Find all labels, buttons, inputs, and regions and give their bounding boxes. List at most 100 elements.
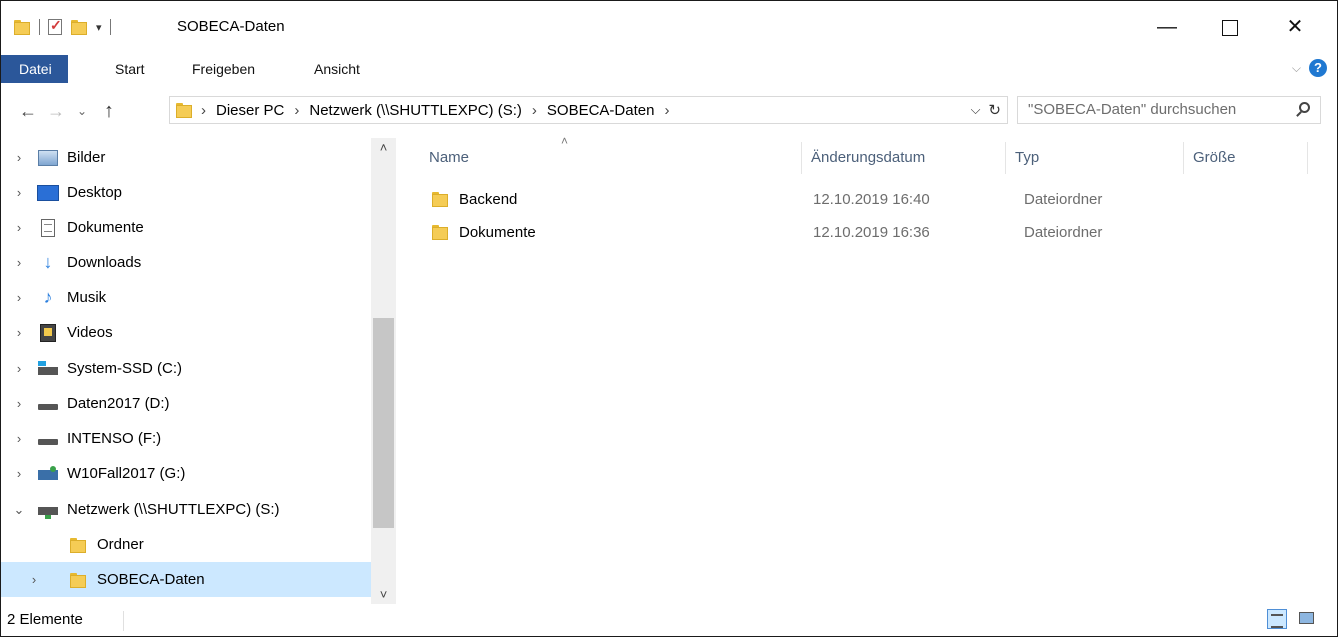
- customize-toolbar-icon[interactable]: ▾: [96, 21, 102, 34]
- breadcrumb-sobeca-daten[interactable]: SOBECA-Daten: [547, 102, 655, 119]
- breadcrumb-netzwerk[interactable]: Netzwerk (\\SHUTTLEXPC) (S:): [309, 102, 522, 119]
- sidebar-item-label: Desktop: [67, 184, 123, 201]
- expand-chevron-icon[interactable]: ›: [1, 150, 37, 165]
- up-button[interactable]: ↑: [104, 97, 114, 125]
- refresh-icon[interactable]: ↻: [988, 101, 1001, 119]
- back-button[interactable]: ←: [19, 97, 37, 125]
- column-header-type[interactable]: Typ: [1015, 138, 1039, 178]
- expand-chevron-icon[interactable]: ›: [1, 220, 37, 235]
- scroll-up-icon[interactable]: ˄: [371, 140, 396, 155]
- sidebar-item-ordner[interactable]: Ordner: [1, 527, 371, 562]
- folder-icon: [431, 223, 449, 241]
- new-folder-icon[interactable]: [70, 18, 88, 36]
- scroll-thumb[interactable]: [373, 318, 394, 528]
- breadcrumb-separator[interactable]: ›: [664, 102, 669, 119]
- expand-ribbon-icon[interactable]: ⌵: [1292, 61, 1301, 76]
- file-type: Dateiordner: [1024, 191, 1103, 208]
- quick-access-toolbar: ▾: [13, 15, 111, 39]
- item-count: 2 Elemente: [7, 611, 83, 628]
- search-input[interactable]: "SOBECA-Daten" durchsuchen: [1017, 96, 1321, 124]
- expand-chevron-icon[interactable]: ›: [1, 361, 37, 376]
- expand-chevron-icon[interactable]: ›: [1, 466, 37, 481]
- sidebar-item-sobeca-daten[interactable]: › SOBECA-Daten: [1, 562, 371, 597]
- sidebar-item-bilder[interactable]: › Bilder: [1, 140, 371, 175]
- maximize-button[interactable]: [1199, 1, 1261, 53]
- column-divider[interactable]: [1183, 142, 1184, 174]
- music-icon: ♪: [43, 287, 53, 307]
- file-list: ˄ Name Änderungsdatum Typ Größe Backend …: [397, 134, 1337, 604]
- column-divider[interactable]: [1005, 142, 1006, 174]
- address-bar[interactable]: › Dieser PC › Netzwerk (\\SHUTTLEXPC) (S…: [169, 96, 1008, 124]
- help-icon[interactable]: ?: [1309, 59, 1327, 77]
- file-name: Dokumente: [459, 224, 536, 241]
- file-date: 12.10.2019 16:36: [813, 224, 930, 241]
- sidebar-item-system-ssd[interactable]: › System-SSD (C:): [1, 351, 371, 386]
- details-view-icon[interactable]: [1267, 609, 1287, 629]
- sidebar-item-dokumente[interactable]: › Dokumente: [1, 210, 371, 245]
- sidebar-item-w10fall2017[interactable]: › W10Fall2017 (G:): [1, 456, 371, 491]
- sidebar-item-daten2017[interactable]: › Daten2017 (D:): [1, 386, 371, 421]
- forward-button[interactable]: →: [47, 97, 65, 125]
- desktop-icon: [37, 184, 59, 202]
- sidebar-scrollbar[interactable]: ˄ ˅: [371, 138, 396, 604]
- column-divider[interactable]: [1307, 142, 1308, 174]
- properties-icon[interactable]: [48, 17, 62, 35]
- sidebar-item-intenso[interactable]: › INTENSO (F:): [1, 421, 371, 456]
- expand-chevron-icon[interactable]: ›: [1, 396, 37, 411]
- search-icon[interactable]: [1299, 102, 1310, 113]
- sidebar-item-label: Netzwerk (\\SHUTTLEXPC) (S:): [67, 501, 280, 518]
- sidebar-item-downloads[interactable]: › ↓ Downloads: [1, 245, 371, 280]
- status-divider: [123, 611, 124, 631]
- videos-icon: [37, 323, 59, 342]
- address-folder-icon: [175, 101, 193, 119]
- search-placeholder: "SOBECA-Daten" durchsuchen: [1028, 101, 1237, 118]
- drive-icon: [37, 430, 59, 448]
- tab-datei[interactable]: Datei: [1, 55, 68, 83]
- column-divider[interactable]: [801, 142, 802, 174]
- sidebar-item-videos[interactable]: › Videos: [1, 315, 371, 350]
- column-header-size[interactable]: Größe: [1193, 138, 1236, 178]
- column-header-date[interactable]: Änderungsdatum: [811, 138, 925, 178]
- address-dropdown-icon[interactable]: ⌵: [971, 102, 981, 118]
- breadcrumb-dieser-pc[interactable]: Dieser PC: [216, 102, 284, 119]
- breadcrumb-separator[interactable]: ›: [294, 102, 299, 119]
- drive-icon: [37, 395, 59, 413]
- folder-icon: [431, 190, 449, 208]
- downloads-icon: ↓: [43, 252, 53, 272]
- expand-chevron-icon[interactable]: ›: [1, 431, 37, 446]
- close-button[interactable]: ✕: [1264, 1, 1326, 53]
- tab-freigeben[interactable]: Freigeben: [178, 55, 269, 83]
- navigation-pane: › Bilder › Desktop › Dokumente › ↓ Downl…: [1, 138, 396, 604]
- large-icons-view-icon[interactable]: [1297, 609, 1317, 629]
- sort-ascending-icon: ˄: [561, 134, 569, 148]
- sidebar-item-desktop[interactable]: › Desktop: [1, 175, 371, 210]
- breadcrumb-separator[interactable]: ›: [532, 102, 537, 119]
- tab-ansicht[interactable]: Ansicht: [300, 55, 374, 83]
- file-row[interactable]: Backend 12.10.2019 16:40 Dateiordner: [423, 183, 1323, 217]
- sidebar-item-musik[interactable]: › ♪ Musik: [1, 280, 371, 315]
- file-row[interactable]: Dokumente 12.10.2019 16:36 Dateiordner: [423, 216, 1323, 250]
- sidebar-item-label: INTENSO (F:): [67, 430, 162, 447]
- title-bar: ▾ SOBECA-Daten — ✕: [1, 1, 1337, 53]
- sidebar-item-label: Downloads: [67, 254, 142, 271]
- scroll-down-icon[interactable]: ˅: [371, 587, 396, 602]
- tab-start[interactable]: Start: [101, 55, 159, 83]
- sidebar-item-netzwerk[interactable]: ⌄ Netzwerk (\\SHUTTLEXPC) (S:): [1, 492, 371, 527]
- minimize-button[interactable]: —: [1136, 1, 1198, 53]
- breadcrumb-separator[interactable]: ›: [201, 102, 206, 119]
- expand-chevron-icon[interactable]: ›: [1, 325, 37, 340]
- expand-chevron-icon[interactable]: ›: [1, 185, 37, 200]
- expand-chevron-icon[interactable]: ›: [1, 255, 37, 270]
- address-controls: ⌵ ↻: [971, 101, 1001, 119]
- column-header-name[interactable]: Name: [429, 138, 469, 178]
- collapse-chevron-icon[interactable]: ⌄: [1, 502, 37, 518]
- usb-drive-icon: [37, 465, 59, 483]
- sidebar-item-label: Daten2017 (D:): [67, 395, 170, 412]
- expand-chevron-icon[interactable]: ›: [1, 572, 67, 587]
- status-bar: 2 Elemente: [1, 605, 1337, 636]
- expand-chevron-icon[interactable]: ›: [1, 290, 37, 305]
- window-title: SOBECA-Daten: [177, 18, 285, 35]
- folder-icon: [67, 536, 89, 554]
- recent-locations-button[interactable]: ⌄: [77, 97, 87, 125]
- sidebar-item-label: W10Fall2017 (G:): [67, 465, 186, 482]
